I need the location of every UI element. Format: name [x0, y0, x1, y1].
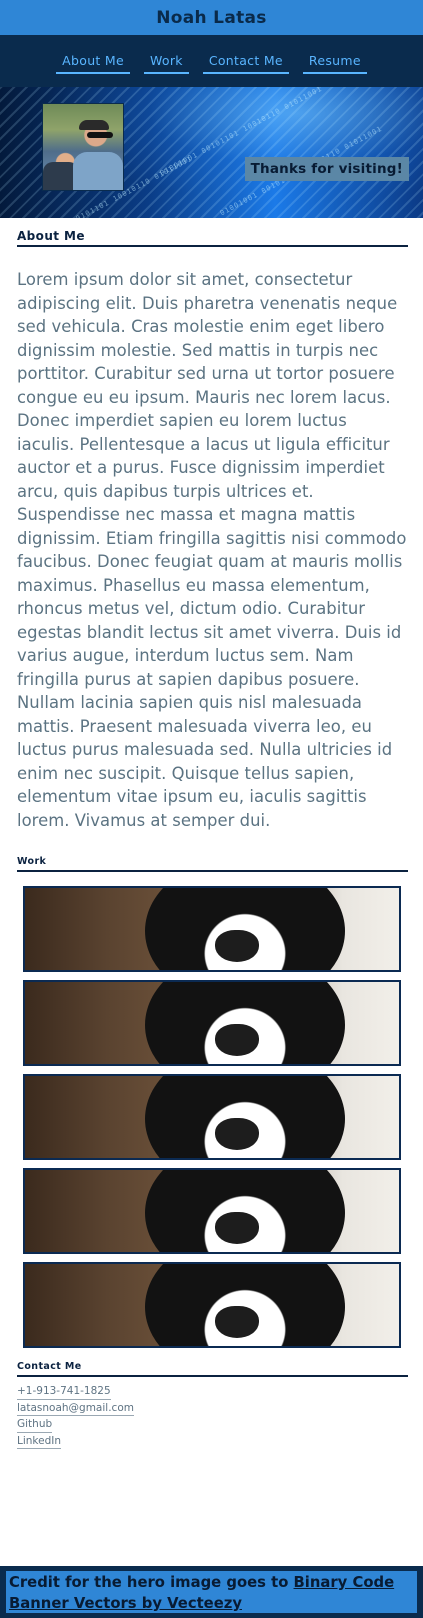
work-image[interactable] — [23, 1074, 401, 1160]
site-footer: Credit for the hero image goes to Binary… — [0, 1566, 423, 1618]
contact-title: Contact Me — [17, 1361, 408, 1377]
work-image[interactable] — [23, 980, 401, 1066]
work-image[interactable] — [23, 1168, 401, 1254]
work-gallery — [23, 886, 401, 1348]
profile-photo — [42, 103, 124, 191]
nav-link-resume[interactable]: Resume — [302, 49, 367, 74]
dog-nose — [215, 1118, 259, 1150]
photo-cap — [79, 120, 109, 130]
dog-nose — [215, 1024, 259, 1056]
contact-email-link[interactable]: latasnoah@gmail.com — [17, 1402, 134, 1417]
footer-credit: Credit for the hero image goes to Binary… — [5, 1570, 418, 1614]
nav-link-contact[interactable]: Contact Me — [202, 49, 289, 74]
contact-list: +1-913-741-1825 latasnoah@gmail.com Gith… — [17, 1385, 423, 1450]
thanks-banner: Thanks for visiting! — [244, 157, 409, 181]
work-image[interactable] — [23, 886, 401, 972]
about-title: About Me — [17, 229, 408, 247]
about-section: About Me Lorem ipsum dolor sit amet, con… — [0, 229, 423, 832]
nav-link-work[interactable]: Work — [143, 49, 189, 74]
dog-nose — [215, 1306, 259, 1338]
contact-linkedin-link[interactable]: LinkedIn — [17, 1435, 62, 1450]
footer-credit-text: Credit for the hero image goes to — [9, 1574, 294, 1591]
work-image[interactable] — [23, 1262, 401, 1348]
photo-person-right — [73, 152, 123, 190]
work-section: Work — [0, 856, 423, 1348]
hero-banner: 01001001 00101101 10010110 01011001 0100… — [0, 87, 423, 218]
contact-phone-link[interactable]: +1-913-741-1825 — [17, 1385, 111, 1400]
nav-link-about[interactable]: About Me — [56, 49, 130, 74]
contact-github-link[interactable]: Github — [17, 1418, 53, 1433]
dog-nose — [215, 1212, 259, 1244]
photo-sunglasses — [87, 132, 113, 138]
site-header: Noah Latas — [0, 0, 423, 35]
work-title: Work — [17, 856, 408, 872]
main-nav: About Me Work Contact Me Resume — [0, 35, 423, 87]
site-title: Noah Latas — [156, 7, 267, 28]
dog-nose — [215, 930, 259, 962]
contact-section: Contact Me +1-913-741-1825 latasnoah@gma… — [0, 1361, 423, 1450]
about-text: Lorem ipsum dolor sit amet, consectetur … — [17, 270, 407, 830]
